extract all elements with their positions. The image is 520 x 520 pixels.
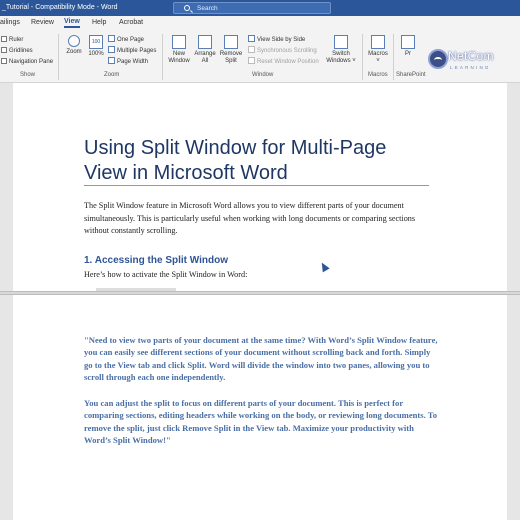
- remove-split-button[interactable]: Remove Split: [218, 35, 244, 65]
- quote-paragraph-2: You can adjust the split to focus on dif…: [84, 398, 438, 445]
- macros-icon: [371, 35, 385, 49]
- view-side-by-side-button[interactable]: View Side by Side: [248, 35, 305, 43]
- search-icon: [184, 5, 190, 11]
- gridlines-checkbox[interactable]: Gridlines: [1, 47, 33, 54]
- tab-view[interactable]: View: [64, 18, 80, 28]
- document-title: Using Split Window for Multi-Page View i…: [84, 137, 387, 184]
- zoom-icon: [68, 35, 80, 47]
- zoom-100-button[interactable]: 100 100%: [86, 35, 106, 58]
- group-label-show: Show: [20, 72, 36, 78]
- quote-paragraph-1: "Need to view two parts of your document…: [84, 335, 438, 382]
- group-label-window: Window: [252, 72, 274, 78]
- switch-windows-button[interactable]: Switch Windows ˅: [324, 35, 358, 65]
- group-label-sharepoint: SharePoint: [396, 72, 426, 78]
- sync-scroll-icon: [248, 46, 255, 53]
- ribbon-tabs: ailings Review View Help Acrobat: [0, 16, 520, 31]
- new-window-icon: [172, 35, 186, 49]
- page-width-icon: [108, 57, 115, 64]
- logo-brand: NetCom: [448, 49, 494, 63]
- group-label-zoom: Zoom: [104, 72, 120, 78]
- ruler-checkbox[interactable]: Ruler: [1, 36, 23, 43]
- one-page-button[interactable]: One Page: [108, 35, 144, 43]
- synchronous-scrolling-button[interactable]: Synchronous Scrolling: [248, 46, 317, 54]
- title-bar: _Tutorial - Compatibility Mode - Word Se…: [0, 0, 520, 16]
- multiple-pages-icon: [108, 46, 115, 53]
- netcom-globe-icon: [428, 49, 448, 69]
- search-box[interactable]: Search: [173, 2, 331, 14]
- arrange-all-button[interactable]: Arrange All: [192, 35, 218, 65]
- title-underline: [84, 185, 429, 186]
- page-width-button[interactable]: Page Width: [108, 57, 148, 65]
- tab-review[interactable]: Review: [31, 19, 54, 26]
- macros-button[interactable]: Macros ˅: [365, 35, 391, 65]
- split-bar[interactable]: [0, 291, 520, 295]
- new-window-button[interactable]: New Window: [166, 35, 192, 65]
- zoom-button[interactable]: Zoom: [62, 35, 86, 56]
- search-placeholder: Search: [197, 5, 218, 12]
- reset-position-icon: [248, 57, 255, 64]
- intro-paragraph: The Split Window feature in Microsoft Wo…: [84, 201, 416, 235]
- multiple-pages-button[interactable]: Multiple Pages: [108, 46, 156, 54]
- reset-window-position-button[interactable]: Reset Window Position: [248, 57, 319, 65]
- window-title: _Tutorial - Compatibility Mode - Word: [2, 4, 118, 11]
- group-label-macros: Macros: [368, 72, 388, 78]
- logo-tagline: LEARNING: [450, 65, 491, 70]
- zoom-100-icon: 100: [89, 35, 103, 49]
- properties-icon: [401, 35, 415, 49]
- sharepoint-properties-button[interactable]: Pr: [398, 35, 418, 58]
- section-heading: 1. Accessing the Split Window: [84, 255, 229, 266]
- remove-split-icon: [224, 35, 238, 49]
- arrange-all-icon: [198, 35, 212, 49]
- tab-mailings[interactable]: ailings: [0, 19, 20, 26]
- section-lead-text: Here’s how to activate the Split Window …: [84, 270, 248, 279]
- one-page-icon: [108, 35, 115, 42]
- switch-windows-icon: [334, 35, 348, 49]
- netcom-learning-logo: NetCom LEARNING: [428, 47, 494, 77]
- side-by-side-icon: [248, 35, 255, 42]
- tab-acrobat[interactable]: Acrobat: [119, 19, 143, 26]
- navigation-pane-checkbox[interactable]: Navigation Pane: [1, 58, 53, 65]
- tab-help[interactable]: Help: [92, 19, 106, 26]
